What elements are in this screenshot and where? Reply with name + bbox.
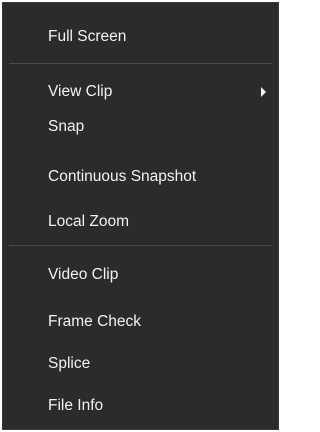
menu-item-frame-check[interactable]: Frame Check — [3, 302, 278, 342]
menu-item-video-clip[interactable]: Video Clip — [3, 255, 278, 295]
menu-item-full-screen[interactable]: Full Screen — [3, 17, 278, 57]
menu-separator — [9, 245, 272, 246]
menu-item-local-zoom[interactable]: Local Zoom — [3, 202, 278, 242]
menu-item-snap[interactable]: Snap — [3, 107, 278, 147]
context-menu: Full Screen View Clip Snap Continuous Sn… — [2, 2, 279, 430]
chevron-right-icon — [261, 87, 266, 97]
menu-item-label: Snap — [48, 118, 85, 135]
menu-item-label: Local Zoom — [48, 213, 129, 230]
menu-item-view-clip[interactable]: View Clip — [3, 72, 278, 112]
menu-item-label: File Info — [48, 397, 104, 414]
menu-item-label: Continuous Snapshot — [48, 168, 197, 185]
menu-item-label: Frame Check — [48, 313, 142, 330]
menu-item-file-info[interactable]: File Info — [3, 386, 278, 426]
menu-item-label: View Clip — [48, 83, 113, 100]
menu-item-continuous-snapshot[interactable]: Continuous Snapshot — [3, 157, 278, 197]
menu-separator — [9, 63, 272, 64]
menu-item-label: Video Clip — [48, 266, 119, 283]
menu-item-label: Splice — [48, 355, 91, 372]
menu-item-splice[interactable]: Splice — [3, 344, 278, 384]
menu-item-label: Full Screen — [48, 28, 127, 45]
